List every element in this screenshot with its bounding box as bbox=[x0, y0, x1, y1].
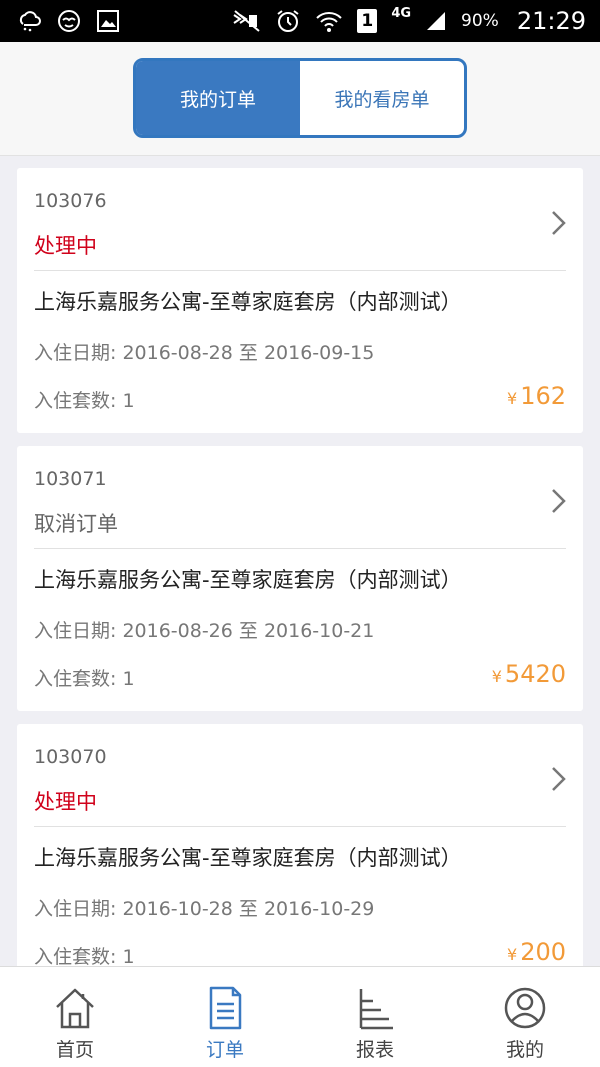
order-number: 103071 bbox=[34, 468, 107, 490]
order-price: ¥162 bbox=[507, 382, 566, 410]
order-card[interactable]: 103070 处理中 上海乐嘉服务公寓-至尊家庭套房（内部测试） 入住日期: 2… bbox=[17, 724, 583, 966]
header: 我的订单 我的看房单 bbox=[0, 42, 600, 156]
order-status: 取消订单 bbox=[34, 512, 118, 536]
currency-symbol: ¥ bbox=[491, 667, 502, 686]
order-dates: 入住日期: 2016-08-28 至 2016-09-15 bbox=[34, 342, 375, 364]
order-room-count: 入住套数: 1 bbox=[34, 390, 135, 412]
chevron-right-icon[interactable] bbox=[549, 208, 569, 238]
currency-symbol: ¥ bbox=[507, 945, 518, 964]
tab-reports[interactable]: 报表 bbox=[300, 967, 450, 1067]
order-price: ¥5420 bbox=[492, 660, 566, 688]
sim-indicator: 1 bbox=[357, 9, 378, 33]
order-dates: 入住日期: 2016-08-26 至 2016-10-21 bbox=[34, 620, 375, 642]
chevron-right-icon[interactable] bbox=[549, 486, 569, 516]
mute-icon bbox=[231, 9, 261, 33]
battery-level: 90% bbox=[461, 11, 499, 31]
order-room-count: 入住套数: 1 bbox=[34, 668, 135, 690]
order-type-switch: 我的订单 我的看房单 bbox=[133, 58, 467, 138]
divider bbox=[34, 270, 566, 271]
order-list[interactable]: 103076 处理中 上海乐嘉服务公寓-至尊家庭套房（内部测试） 入住日期: 2… bbox=[0, 156, 600, 966]
price-amount: 200 bbox=[520, 938, 566, 966]
tab-home[interactable]: 首页 bbox=[0, 967, 150, 1067]
order-title: 上海乐嘉服务公寓-至尊家庭套房（内部测试） bbox=[34, 568, 462, 592]
tab-orders[interactable]: 订单 bbox=[150, 967, 300, 1067]
profile-icon bbox=[504, 987, 546, 1029]
face-icon bbox=[56, 8, 82, 34]
price-amount: 5420 bbox=[504, 660, 566, 688]
tab-label: 订单 bbox=[205, 1039, 244, 1061]
order-status: 处理中 bbox=[34, 790, 97, 814]
clock: 21:29 bbox=[516, 7, 586, 35]
order-price: ¥200 bbox=[507, 938, 566, 966]
order-card[interactable]: 103076 处理中 上海乐嘉服务公寓-至尊家庭套房（内部测试） 入住日期: 2… bbox=[17, 168, 583, 433]
order-number: 103070 bbox=[34, 746, 107, 768]
price-amount: 162 bbox=[520, 382, 566, 410]
divider bbox=[34, 548, 566, 549]
network-type: 4G bbox=[391, 5, 412, 21]
tab-my-viewings[interactable]: 我的看房单 bbox=[300, 61, 464, 135]
tab-label: 报表 bbox=[355, 1039, 394, 1061]
tab-label: 我的 bbox=[505, 1039, 544, 1061]
divider bbox=[34, 826, 566, 827]
home-icon bbox=[56, 988, 94, 1029]
order-icon bbox=[209, 986, 242, 1030]
image-icon bbox=[96, 9, 120, 33]
order-status: 处理中 bbox=[34, 234, 97, 258]
order-title: 上海乐嘉服务公寓-至尊家庭套房（内部测试） bbox=[34, 846, 462, 870]
chevron-right-icon[interactable] bbox=[549, 764, 569, 794]
report-icon bbox=[359, 989, 393, 1030]
tab-my-orders[interactable]: 我的订单 bbox=[136, 61, 300, 135]
order-number: 103076 bbox=[34, 190, 107, 212]
order-room-count: 入住套数: 1 bbox=[34, 946, 135, 966]
tab-label: 首页 bbox=[55, 1039, 94, 1061]
status-bar: 1 4G 90% 21:29 bbox=[0, 0, 600, 42]
currency-symbol: ¥ bbox=[507, 389, 518, 408]
alarm-icon bbox=[275, 8, 301, 34]
order-title: 上海乐嘉服务公寓-至尊家庭套房（内部测试） bbox=[34, 290, 462, 314]
tab-profile[interactable]: 我的 bbox=[450, 967, 600, 1067]
bottom-tab-bar: 首页 订单 报表 我的 bbox=[0, 966, 600, 1067]
order-card[interactable]: 103071 取消订单 上海乐嘉服务公寓-至尊家庭套房（内部测试） 入住日期: … bbox=[17, 446, 583, 711]
order-dates: 入住日期: 2016-10-28 至 2016-10-29 bbox=[34, 898, 375, 920]
signal-icon bbox=[425, 10, 447, 32]
wifi-icon bbox=[315, 9, 343, 33]
weather-icon bbox=[16, 8, 42, 34]
